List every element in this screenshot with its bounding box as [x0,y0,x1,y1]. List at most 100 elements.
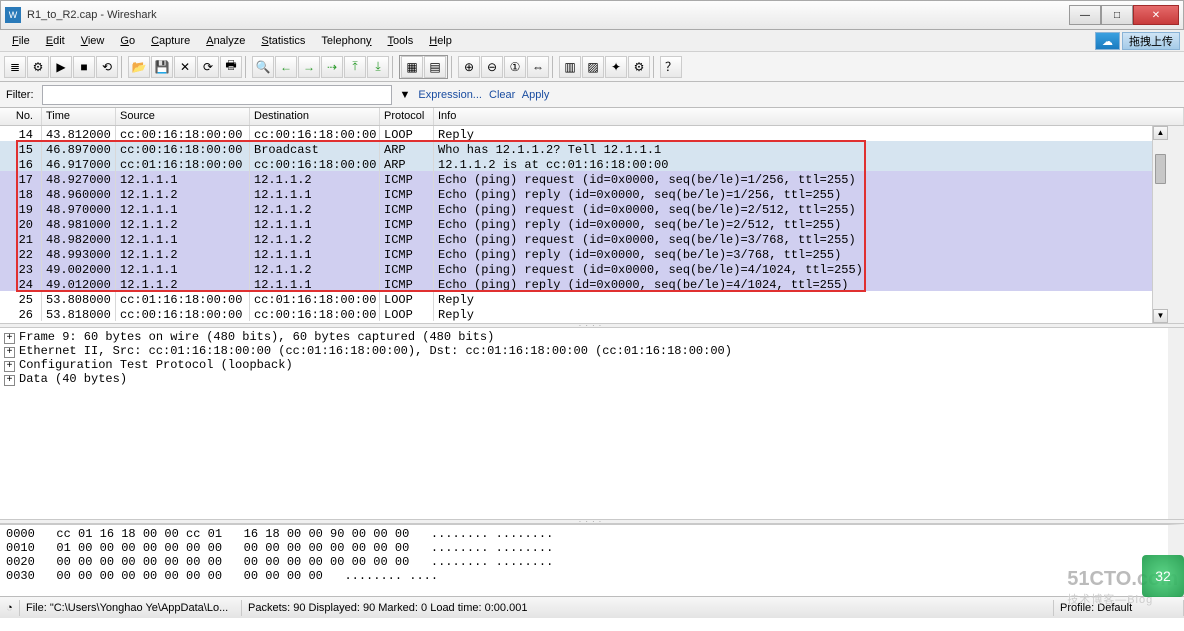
table-row[interactable]: 1546.897000cc:00:16:18:00:00BroadcastARP… [0,141,1168,156]
open-file-icon[interactable]: 📂 [128,56,150,78]
minimize-button[interactable]: — [1069,5,1101,25]
zoom-in-icon[interactable]: ⊕ [458,56,480,78]
filter-bar: Filter: ▼ Expression... Clear Apply [0,82,1184,108]
expand-icon[interactable]: + [4,375,15,386]
reload-icon[interactable]: ⟳ [197,56,219,78]
find-icon[interactable]: 🔍 [252,56,274,78]
auto-scroll-icon[interactable]: ▤ [424,56,446,78]
capture-filters-icon[interactable]: ▥ [559,56,581,78]
col-protocol[interactable]: Protocol [380,108,434,125]
go-to-packet-icon[interactable]: ⇢ [321,56,343,78]
table-row[interactable]: 1948.97000012.1.1.112.1.1.2ICMPEcho (pin… [0,201,1168,216]
menu-statistics[interactable]: Statistics [253,33,313,49]
menu-capture[interactable]: Capture [143,33,198,49]
stop-capture-icon[interactable]: ■ [73,56,95,78]
packet-bytes-pane[interactable]: 0000 cc 01 16 18 00 00 cc 01 16 18 00 00… [0,524,1184,596]
drag-upload-button[interactable]: 拖拽上传 [1122,32,1180,50]
hex-row[interactable]: 0020 00 00 00 00 00 00 00 00 00 00 00 00… [6,555,1162,569]
badge-icon: 32 [1142,555,1184,597]
menu-tools[interactable]: Tools [380,33,422,49]
hex-row[interactable]: 0010 01 00 00 00 00 00 00 00 00 00 00 00… [6,541,1162,555]
filter-dropdown-icon[interactable]: ▼ [396,89,415,101]
status-bar: ◔ File: "C:\Users\Yonghao Ye\AppData\Lo.… [0,596,1184,618]
table-row[interactable]: 2148.98200012.1.1.112.1.1.2ICMPEcho (pin… [0,231,1168,246]
maximize-button[interactable]: □ [1101,5,1133,25]
zoom-reset-icon[interactable]: ① [504,56,526,78]
colorize-icon[interactable]: ▦ [401,56,423,78]
menubar: File Edit View Go Capture Analyze Statis… [0,30,1184,52]
tree-item[interactable]: +Data (40 bytes) [4,372,1164,386]
window-title: R1_to_R2.cap - Wireshark [27,9,1069,21]
menu-go[interactable]: Go [112,33,143,49]
hex-row[interactable]: 0000 cc 01 16 18 00 00 cc 01 16 18 00 00… [6,527,1162,541]
col-no[interactable]: No. [0,108,42,125]
apply-link[interactable]: Apply [522,89,550,101]
menu-file[interactable]: File [4,33,38,49]
filter-label: Filter: [6,89,34,101]
table-row[interactable]: 2653.818000cc:00:16:18:00:00cc:00:16:18:… [0,306,1168,321]
expand-icon[interactable]: + [4,361,15,372]
close-file-icon[interactable]: ✕ [174,56,196,78]
help-icon[interactable]: ？ [660,56,682,78]
menu-view[interactable]: View [73,33,113,49]
scroll-thumb[interactable] [1155,154,1166,184]
go-first-icon[interactable]: ⤒ [344,56,366,78]
table-row[interactable]: 2449.01200012.1.1.212.1.1.1ICMPEcho (pin… [0,276,1168,291]
status-stats: Packets: 90 Displayed: 90 Marked: 0 Load… [242,600,1054,616]
table-row[interactable]: 2553.808000cc:01:16:18:00:00cc:01:16:18:… [0,291,1168,306]
packet-details-pane[interactable]: +Frame 9: 60 bytes on wire (480 bits), 6… [0,328,1184,519]
toolbar: ≣ ⚙ ▶ ■ ⟲ 📂 💾 ✕ ⟳ 🖶 🔍 ← → ⇢ ⤒ ⤓ ▦ ▤ ⊕ ⊖ … [0,52,1184,82]
restart-capture-icon[interactable]: ⟲ [96,56,118,78]
status-profile[interactable]: Profile: Default [1054,600,1184,616]
menu-telephony[interactable]: Telephony [313,33,379,49]
splitter-1[interactable] [0,323,1184,328]
packet-list-pane[interactable]: ▲ ▼ 1443.812000cc:00:16:18:00:00cc:00:16… [0,126,1184,323]
tree-item[interactable]: +Frame 9: 60 bytes on wire (480 bits), 6… [4,330,1164,344]
cloud-button[interactable]: ☁ [1095,32,1120,50]
status-file: File: "C:\Users\Yonghao Ye\AppData\Lo... [20,600,242,616]
print-icon[interactable]: 🖶 [220,56,242,78]
table-row[interactable]: 2248.99300012.1.1.212.1.1.1ICMPEcho (pin… [0,246,1168,261]
menu-edit[interactable]: Edit [38,33,73,49]
zoom-out-icon[interactable]: ⊖ [481,56,503,78]
table-row[interactable]: 2048.98100012.1.1.212.1.1.1ICMPEcho (pin… [0,216,1168,231]
col-time[interactable]: Time [42,108,116,125]
coloring-rules-icon[interactable]: ✦ [605,56,627,78]
hex-row[interactable]: 0030 00 00 00 00 00 00 00 00 00 00 00 00… [6,569,1162,583]
go-forward-icon[interactable]: → [298,56,320,78]
col-source[interactable]: Source [116,108,250,125]
options-icon[interactable]: ⚙ [27,56,49,78]
menu-help[interactable]: Help [421,33,460,49]
expand-icon[interactable]: + [4,347,15,358]
titlebar: W R1_to_R2.cap - Wireshark — □ ✕ [0,0,1184,30]
go-back-icon[interactable]: ← [275,56,297,78]
filter-input[interactable] [42,85,392,105]
table-row[interactable]: 1848.96000012.1.1.212.1.1.1ICMPEcho (pin… [0,186,1168,201]
col-destination[interactable]: Destination [250,108,380,125]
col-info[interactable]: Info [434,108,1184,125]
table-row[interactable]: 1646.917000cc:01:16:18:00:00cc:00:16:18:… [0,156,1168,171]
tree-item[interactable]: +Ethernet II, Src: cc:01:16:18:00:00 (cc… [4,344,1164,358]
app-icon: W [5,7,21,23]
clear-link[interactable]: Clear [489,89,515,101]
scroll-up-icon[interactable]: ▲ [1153,126,1168,140]
interfaces-icon[interactable]: ≣ [4,56,26,78]
packet-list-header: No. Time Source Destination Protocol Inf… [0,108,1184,126]
scroll-down-icon[interactable]: ▼ [1153,309,1168,323]
close-button[interactable]: ✕ [1133,5,1179,25]
menu-analyze[interactable]: Analyze [198,33,253,49]
expression-link[interactable]: Expression... [418,89,482,101]
resize-columns-icon[interactable]: ⇔ [527,56,549,78]
table-row[interactable]: 1443.812000cc:00:16:18:00:00cc:00:16:18:… [0,126,1168,141]
table-row[interactable]: 2349.00200012.1.1.112.1.1.2ICMPEcho (pin… [0,261,1168,276]
table-row[interactable]: 1748.92700012.1.1.112.1.1.2ICMPEcho (pin… [0,171,1168,186]
save-file-icon[interactable]: 💾 [151,56,173,78]
expert-info-icon[interactable]: ◔ [0,600,20,616]
tree-item[interactable]: +Configuration Test Protocol (loopback) [4,358,1164,372]
expand-icon[interactable]: + [4,333,15,344]
go-last-icon[interactable]: ⤓ [367,56,389,78]
display-filters-icon[interactable]: ▨ [582,56,604,78]
splitter-2[interactable] [0,519,1184,524]
start-capture-icon[interactable]: ▶ [50,56,72,78]
preferences-icon[interactable]: ⚙ [628,56,650,78]
